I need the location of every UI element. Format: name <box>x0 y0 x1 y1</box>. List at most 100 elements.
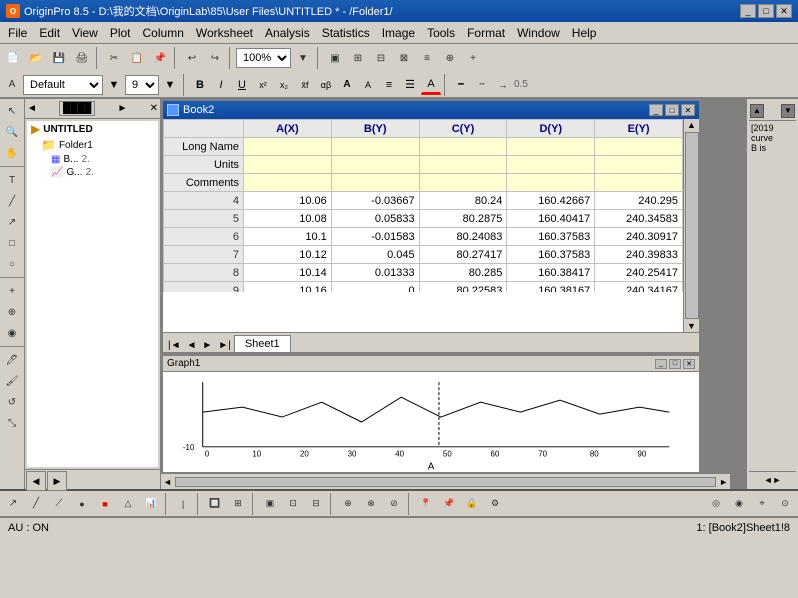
strikethrough-button[interactable]: x̄f <box>295 75 315 95</box>
panel-scroll-left[interactable]: ◄ <box>27 103 37 114</box>
v-scrollbar[interactable]: ▲ ▼ <box>683 119 699 332</box>
ws-cell-8-b[interactable]: 0.01333 <box>331 264 419 282</box>
tree-root[interactable]: ▶ UNTITLED <box>27 121 158 137</box>
right-panel-scroll-btn[interactable]: ◄► <box>764 475 782 485</box>
bt-btn-20[interactable]: ⚙ <box>484 493 506 515</box>
ws-cell-8-d[interactable]: 160.38417 <box>507 264 595 282</box>
book2-window-buttons[interactable]: _ □ ✕ <box>649 104 695 116</box>
ws-cell-u-d[interactable] <box>507 156 595 174</box>
mask-tool[interactable]: ◉ <box>2 323 22 343</box>
menu-format[interactable]: Format <box>461 24 511 42</box>
fontsize-dropdown[interactable]: ▼ <box>160 75 180 95</box>
menu-statistics[interactable]: Statistics <box>316 24 376 42</box>
ws-cell-5-d[interactable]: 160.40417 <box>507 210 595 228</box>
tree-item-b[interactable]: ▦ B... 2. <box>27 153 158 166</box>
screen-reader-tool[interactable]: ⊕ <box>2 302 22 322</box>
ws-cell-4-c[interactable]: 80.24 <box>419 192 507 210</box>
bt-btn-24[interactable]: ⊙ <box>774 493 796 515</box>
tb-btn-d[interactable]: ⊠ <box>393 47 415 69</box>
vscroll-thumb[interactable] <box>685 132 699 319</box>
ws-cell-7-c[interactable]: 80.27417 <box>419 246 507 264</box>
open-button[interactable]: 📂 <box>25 47 47 69</box>
bt-btn-10[interactable]: ⊞ <box>227 493 249 515</box>
rotate-tool[interactable]: ↺ <box>2 392 22 412</box>
ws-cell-u-c[interactable] <box>419 156 507 174</box>
draw-rect-tool[interactable]: □ <box>2 233 22 253</box>
ws-col-e[interactable]: E(Y) <box>595 120 683 138</box>
ws-cell-ln-c[interactable] <box>419 138 507 156</box>
draw-ellipse-tool[interactable]: ○ <box>2 254 22 274</box>
menu-view[interactable]: View <box>66 24 104 42</box>
save-button[interactable]: 💾 <box>48 47 70 69</box>
line-color-button[interactable]: ━ <box>451 75 471 95</box>
ws-col-a[interactable]: A(X) <box>244 120 332 138</box>
tb-btn-f[interactable]: ⊕ <box>439 47 461 69</box>
hscroll-left[interactable]: ◄ <box>161 477 174 487</box>
underline-button[interactable]: U <box>232 75 252 95</box>
bt-btn-9[interactable]: 🔲 <box>204 493 226 515</box>
font-name-select[interactable]: Default <box>23 75 103 95</box>
subscript-button[interactable]: x² <box>253 75 273 95</box>
menu-plot[interactable]: Plot <box>104 24 137 42</box>
menu-column[interactable]: Column <box>137 24 190 42</box>
bt-btn-16[interactable]: ⊘ <box>383 493 405 515</box>
undo-button[interactable]: ↩ <box>181 47 203 69</box>
zoom-in-tool[interactable]: 🔍 <box>2 122 22 142</box>
ws-cell-ln-d[interactable] <box>507 138 595 156</box>
ws-cell-7-b[interactable]: 0.045 <box>331 246 419 264</box>
ws-cell-6-d[interactable]: 160.37583 <box>507 228 595 246</box>
bt-btn-14[interactable]: ⊕ <box>337 493 359 515</box>
graph-minimize[interactable]: _ <box>655 359 667 369</box>
bt-btn-1[interactable]: ↗ <box>2 493 24 515</box>
ws-cell-ln-b[interactable] <box>331 138 419 156</box>
new-button[interactable]: 📄 <box>2 47 24 69</box>
ws-cell-u-b[interactable] <box>331 156 419 174</box>
text-tool[interactable]: T <box>2 170 22 190</box>
draw-line-tool[interactable]: ╱ <box>2 191 22 211</box>
align-left-button[interactable]: ≡ <box>379 75 399 95</box>
menu-edit[interactable]: Edit <box>33 24 66 42</box>
bt-btn-12[interactable]: ⊡ <box>282 493 304 515</box>
bt-btn-22[interactable]: ◉ <box>728 493 750 515</box>
bt-btn-3[interactable]: ⟋ <box>48 493 70 515</box>
arrow-tool[interactable]: ↖ <box>2 101 22 121</box>
close-button[interactable]: ✕ <box>776 4 792 18</box>
redo-button[interactable]: ↪ <box>204 47 226 69</box>
ws-cell-c-d[interactable] <box>507 174 595 192</box>
bt-btn-15[interactable]: ⊗ <box>360 493 382 515</box>
menu-image[interactable]: Image <box>376 24 421 42</box>
copy-button[interactable]: 📋 <box>126 47 148 69</box>
print-button[interactable]: 🖨 <box>71 47 93 69</box>
ws-cell-9-d[interactable]: 160.38167 <box>507 282 595 293</box>
vscroll-down[interactable]: ▼ <box>686 320 697 332</box>
bt-btn-2[interactable]: ╱ <box>25 493 47 515</box>
ws-cell-u-e[interactable] <box>595 156 683 174</box>
ws-cell-6-b[interactable]: -0.01583 <box>331 228 419 246</box>
align-center-button[interactable]: ☰ <box>400 75 420 95</box>
graph-close[interactable]: ✕ <box>683 359 695 369</box>
panel-scroll-bar[interactable]: ████ <box>59 101 95 116</box>
graph-maximize[interactable]: □ <box>669 359 681 369</box>
right-panel-scroll-down[interactable]: ▼ <box>781 104 795 118</box>
ws-cell-8-c[interactable]: 80.285 <box>419 264 507 282</box>
ws-cell-9-c[interactable]: 80.22583 <box>419 282 507 293</box>
left-tab-2[interactable]: ▶ <box>47 471 67 491</box>
left-tab-1[interactable]: ◀ <box>26 471 46 491</box>
picker-tool[interactable]: 🖊 <box>2 350 22 370</box>
ws-cell-4-e[interactable]: 240.295 <box>595 192 683 210</box>
ws-cell-c-c[interactable] <box>419 174 507 192</box>
bt-btn-19[interactable]: 🔒 <box>461 493 483 515</box>
ws-cell-8-e[interactable]: 240.25417 <box>595 264 683 282</box>
ws-cell-9-e[interactable]: 240.34167 <box>595 282 683 293</box>
book2-titlebar[interactable]: Book2 _ □ ✕ <box>163 101 699 119</box>
book2-maximize[interactable]: □ <box>665 104 679 116</box>
bold-button[interactable]: B <box>190 75 210 95</box>
ws-cell-5-c[interactable]: 80.2875 <box>419 210 507 228</box>
menu-worksheet[interactable]: Worksheet <box>190 24 259 42</box>
tb-btn-c[interactable]: ⊟ <box>370 47 392 69</box>
tb-btn-a[interactable]: ▣ <box>324 47 346 69</box>
tree-folder-item[interactable]: 📁 Folder1 <box>27 137 158 153</box>
ws-cell-4-d[interactable]: 160.42667 <box>507 192 595 210</box>
font-color-button[interactable]: A <box>421 75 441 95</box>
draw-arrow-tool[interactable]: ↗ <box>2 212 22 232</box>
